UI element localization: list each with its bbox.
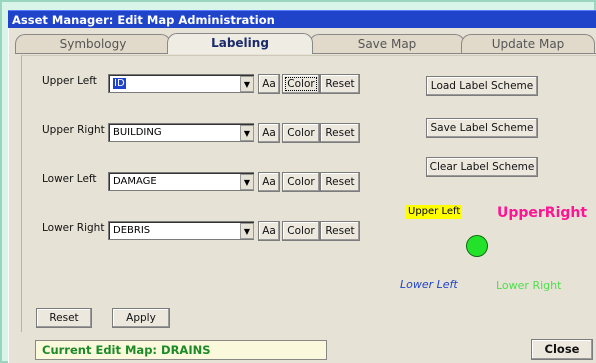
window-title-bar: Asset Manager: Edit Map Administration bbox=[8, 10, 596, 28]
chevron-down-icon[interactable]: ▼ bbox=[240, 76, 254, 92]
preview-upper-left: Upper Left bbox=[406, 205, 463, 219]
tab-labeling[interactable]: Labeling bbox=[167, 33, 313, 54]
upper-right-reset-button[interactable]: Reset bbox=[320, 123, 360, 143]
chevron-down-icon[interactable]: ▼ bbox=[240, 174, 254, 190]
preview-lower-left: Lower Left bbox=[400, 278, 458, 291]
upper-right-label: Upper Right bbox=[42, 124, 105, 136]
apply-button[interactable]: Apply bbox=[112, 308, 170, 328]
preview-lower-right: Lower Right bbox=[496, 279, 562, 292]
status-bar: Current Edit Map: DRAINS bbox=[35, 340, 327, 360]
reset-button[interactable]: Reset bbox=[36, 308, 92, 328]
upper-right-color-button[interactable]: Color bbox=[282, 123, 320, 143]
tab-symbology-label: Symbology bbox=[59, 37, 127, 51]
lower-right-field-value: DEBRIS bbox=[113, 225, 151, 236]
tab-save-map[interactable]: Save Map bbox=[309, 34, 465, 53]
upper-left-font-button[interactable]: Aa bbox=[258, 74, 280, 94]
preview-point-symbol bbox=[466, 235, 488, 257]
lower-right-label: Lower Right bbox=[42, 222, 105, 234]
tab-labeling-label: Labeling bbox=[211, 36, 269, 50]
upper-right-field-value: BUILDING bbox=[113, 127, 162, 138]
tab-save-map-label: Save Map bbox=[357, 37, 417, 51]
lower-left-field-select[interactable]: DAMAGE ▼ bbox=[108, 172, 254, 191]
lower-left-field-value: DAMAGE bbox=[113, 176, 157, 187]
preview-upper-right: UpperRight bbox=[497, 205, 588, 221]
lower-left-label: Lower Left bbox=[42, 173, 97, 185]
dialog-window: Symbology Labeling Save Map Update Map U… bbox=[8, 28, 596, 363]
chevron-down-icon[interactable]: ▼ bbox=[240, 223, 254, 239]
upper-left-field-select[interactable]: ID ▼ bbox=[108, 74, 254, 93]
save-label-scheme-button[interactable]: Save Label Scheme bbox=[426, 118, 538, 138]
window-title: Asset Manager: Edit Map Administration bbox=[12, 13, 275, 27]
lower-left-reset-button[interactable]: Reset bbox=[320, 172, 360, 192]
tab-update-map[interactable]: Update Map bbox=[461, 34, 595, 53]
upper-right-font-button[interactable]: Aa bbox=[258, 123, 280, 143]
chevron-down-icon[interactable]: ▼ bbox=[240, 125, 254, 141]
lower-right-font-button[interactable]: Aa bbox=[258, 221, 280, 241]
upper-left-label: Upper Left bbox=[42, 75, 97, 87]
tab-symbology[interactable]: Symbology bbox=[15, 34, 171, 53]
load-label-scheme-button[interactable]: Load Label Scheme bbox=[426, 76, 538, 96]
lower-right-color-button[interactable]: Color bbox=[282, 221, 320, 241]
lower-right-reset-button[interactable]: Reset bbox=[320, 221, 360, 241]
close-button[interactable]: Close bbox=[531, 339, 593, 360]
tab-update-map-label: Update Map bbox=[491, 37, 565, 51]
upper-right-field-select[interactable]: BUILDING ▼ bbox=[108, 123, 254, 142]
labeling-panel: Upper Left ID ▼ Aa Color Reset Upper Rig… bbox=[21, 55, 596, 332]
upper-left-reset-button[interactable]: Reset bbox=[320, 74, 360, 94]
lower-right-field-select[interactable]: DEBRIS ▼ bbox=[108, 221, 254, 240]
lower-left-color-button[interactable]: Color bbox=[282, 172, 320, 192]
upper-left-color-button[interactable]: Color bbox=[282, 74, 320, 94]
upper-left-field-value: ID bbox=[113, 78, 126, 89]
current-edit-map-status: Current Edit Map: DRAINS bbox=[42, 343, 211, 357]
clear-label-scheme-button[interactable]: Clear Label Scheme bbox=[426, 157, 538, 177]
lower-left-font-button[interactable]: Aa bbox=[258, 172, 280, 192]
app-root: Asset Manager: Edit Map Administration S… bbox=[0, 0, 596, 363]
